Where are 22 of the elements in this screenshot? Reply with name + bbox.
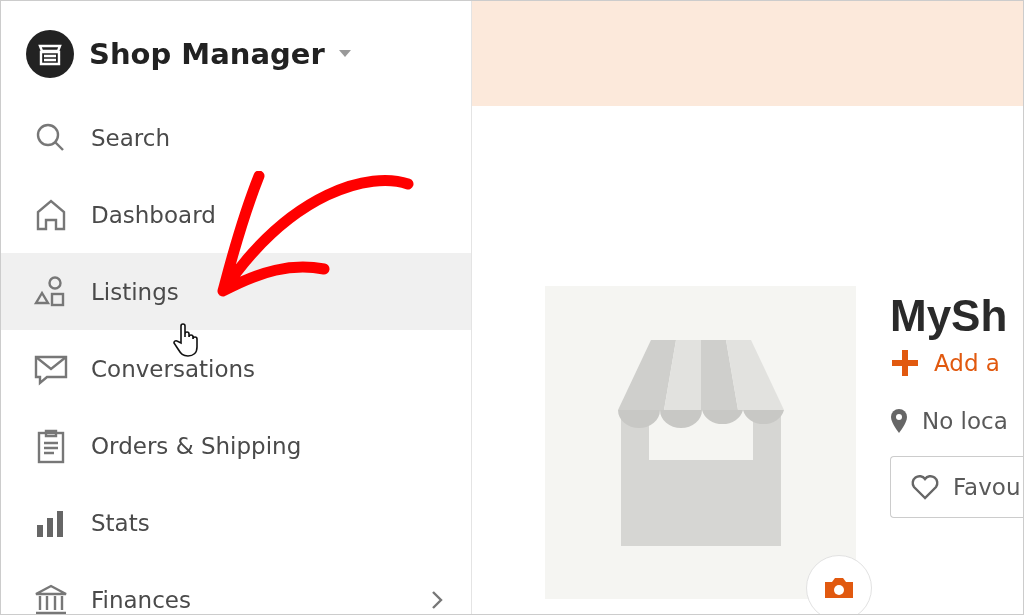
sidebar-item[interactable]: Finances (1, 561, 471, 614)
location-pin-icon (890, 408, 908, 434)
camera-icon (823, 576, 855, 600)
sidebar-item[interactable]: Search (1, 99, 471, 176)
plus-icon (890, 348, 920, 378)
hand-cursor-icon (173, 323, 199, 357)
camera-button[interactable] (806, 555, 872, 614)
location-text: No loca (922, 408, 1008, 434)
sidebar-item[interactable]: Orders & Shipping (1, 407, 471, 484)
shop-logo-icon (25, 29, 75, 79)
sidebar-item[interactable]: Listings (1, 253, 471, 330)
sidebar-item[interactable]: Dashboard (1, 176, 471, 253)
shop-manager-title[interactable]: Shop Manager (89, 37, 325, 71)
heart-icon (911, 474, 939, 500)
favourite-button[interactable]: Favou (890, 456, 1023, 518)
chevron-icon (431, 589, 443, 610)
add-link[interactable]: Add a (890, 348, 1023, 378)
sidebar-item[interactable]: Conversations (1, 330, 471, 407)
shop-name: MySh (890, 290, 1009, 342)
caret-icon[interactable] (338, 50, 351, 58)
storefront-icon (617, 339, 784, 546)
sidebar-item[interactable]: Stats (1, 484, 471, 561)
